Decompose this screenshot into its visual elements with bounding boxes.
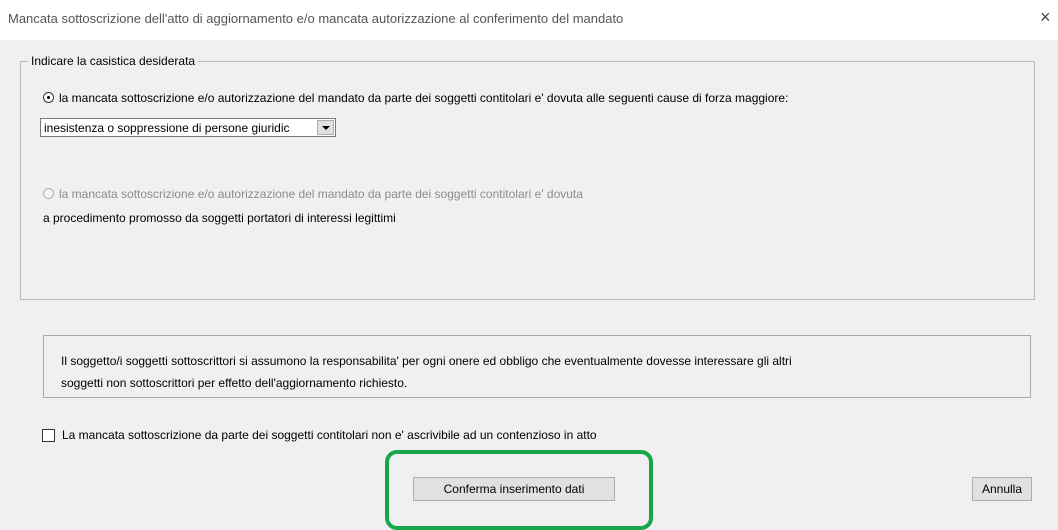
radio-force-majeure[interactable] xyxy=(43,92,54,103)
group-legend: Indicare la casistica desiderata xyxy=(28,54,199,68)
radio-force-majeure-label[interactable]: la mancata sottoscrizione e/o autorizzaz… xyxy=(59,91,788,105)
radio-legitimate-interest-label[interactable]: la mancata sottoscrizione e/o autorizzaz… xyxy=(59,187,583,201)
confirm-button[interactable]: Conferma inserimento dati xyxy=(413,477,615,501)
cause-dropdown[interactable]: inesistenza o soppressione di persone gi… xyxy=(40,118,336,137)
notice-line-1: Il soggetto/i soggetti sottoscrittori si… xyxy=(61,354,792,368)
responsibility-notice: Il soggetto/i soggetti sottoscrittori si… xyxy=(43,335,1031,398)
notice-line-2: soggetti non sottoscrittori per effetto … xyxy=(61,376,408,390)
no-dispute-checkbox-label[interactable]: La mancata sottoscrizione da parte dei s… xyxy=(62,428,597,442)
cause-dropdown-value: inesistenza o soppressione di persone gi… xyxy=(44,121,290,135)
radio-legitimate-interest-continuation: a procedimento promosso da soggetti port… xyxy=(43,211,396,225)
window-title: Mancata sottoscrizione dell'atto di aggi… xyxy=(8,11,624,26)
chevron-down-icon[interactable] xyxy=(317,120,334,135)
radio-legitimate-interest[interactable] xyxy=(43,188,54,199)
close-icon[interactable]: × xyxy=(1040,8,1051,26)
responsibility-notice-text: Il soggetto/i soggetti sottoscrittori si… xyxy=(61,350,1011,394)
no-dispute-checkbox[interactable] xyxy=(42,429,55,442)
cancel-button[interactable]: Annulla xyxy=(972,477,1032,501)
